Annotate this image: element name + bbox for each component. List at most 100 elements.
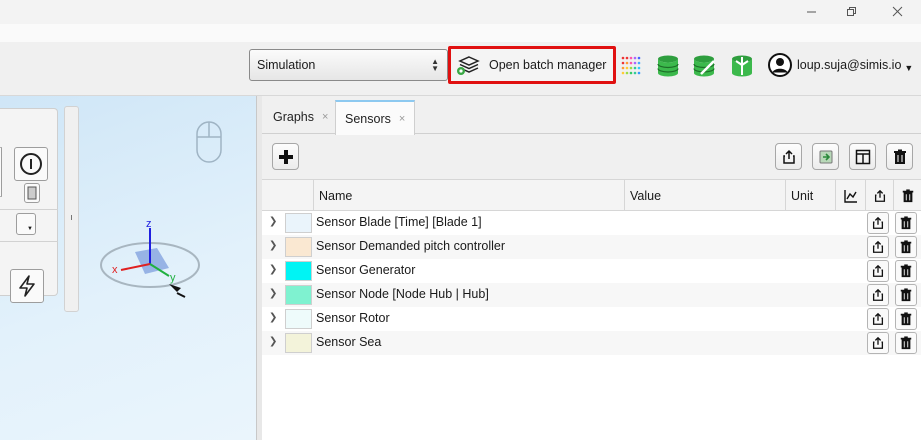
row-delete-button[interactable] <box>895 284 917 306</box>
share-icon <box>872 264 884 277</box>
table-row[interactable]: ❯ Sensor Generator <box>262 259 921 283</box>
viewport-panel-splitter[interactable] <box>64 106 79 312</box>
user-dropdown-icon: ▼ <box>904 63 914 73</box>
lightning-icon <box>19 275 35 297</box>
columns-icon <box>855 149 870 164</box>
sensor-color-swatch[interactable] <box>285 309 312 329</box>
layers-icon <box>457 56 480 75</box>
table-body: ❯ Sensor Blade [Time] [Blade 1] ❯ Sensor… <box>262 211 921 361</box>
layout-button[interactable] <box>849 143 876 170</box>
expand-chevron-icon[interactable]: ❯ <box>269 336 277 347</box>
sensor-color-swatch[interactable] <box>285 333 312 353</box>
share-icon <box>874 189 885 202</box>
share-icon <box>872 312 884 325</box>
column-header-unit[interactable]: Unit <box>785 180 835 211</box>
table-row[interactable]: ❯ Sensor Node [Node Hub | Hub] <box>262 283 921 307</box>
info-button[interactable] <box>14 147 48 181</box>
database-icon[interactable] <box>655 54 681 78</box>
minimize-icon[interactable] <box>791 0 831 22</box>
sensor-color-swatch[interactable] <box>285 237 312 257</box>
header-label: Value <box>630 188 662 203</box>
main-toolbar: Simulation ▲ ▼ Open batch manager loup.s… <box>0 24 921 96</box>
column-header-delete[interactable] <box>893 180 921 211</box>
open-batch-manager-button[interactable]: Open batch manager <box>448 46 616 84</box>
panel-divider <box>0 241 58 242</box>
table-row[interactable]: ❯ Sensor Rotor <box>262 307 921 331</box>
window-titlebar <box>0 0 921 24</box>
table-row[interactable]: ❯ Sensor Blade [Time] [Blade 1] <box>262 211 921 235</box>
delete-all-button[interactable] <box>886 143 913 170</box>
trash-icon <box>900 240 912 254</box>
panel-divider <box>0 209 58 210</box>
column-header-value[interactable]: Value <box>624 180 785 211</box>
expand-chevron-icon[interactable]: ❯ <box>269 264 277 275</box>
sensor-name: Sensor Rotor <box>316 311 390 325</box>
header-label: Unit <box>791 188 814 203</box>
column-header-graph[interactable] <box>835 180 865 211</box>
row-delete-button[interactable] <box>895 260 917 282</box>
color-grid-icon[interactable] <box>620 54 646 78</box>
expand-chevron-icon[interactable]: ❯ <box>269 312 277 323</box>
expand-chevron-icon[interactable]: ❯ <box>269 216 277 227</box>
row-export-button[interactable] <box>867 332 889 354</box>
3d-viewport[interactable]: ▼ z x y <box>0 96 257 440</box>
simulation-select[interactable]: Simulation ▲ ▼ <box>249 49 448 81</box>
sensor-name: Sensor Blade [Time] [Blade 1] <box>316 215 482 229</box>
export-button[interactable] <box>775 143 802 170</box>
user-avatar-icon <box>768 53 792 77</box>
trash-icon <box>900 312 912 326</box>
color-picker-button[interactable]: ▼ <box>16 213 36 235</box>
row-delete-button[interactable] <box>895 308 917 330</box>
expand-chevron-icon[interactable]: ❯ <box>269 240 277 251</box>
row-delete-button[interactable] <box>895 212 917 234</box>
lightning-button[interactable] <box>10 269 44 303</box>
sensor-name: Sensor Generator <box>316 263 416 277</box>
column-header-export[interactable] <box>865 180 893 211</box>
user-menu[interactable]: loup.suja@simis.io ▼ <box>768 52 913 78</box>
trash-icon <box>902 188 913 202</box>
share-icon <box>872 216 884 229</box>
row-delete-button[interactable] <box>895 332 917 354</box>
add-sensor-button[interactable] <box>272 143 299 170</box>
axis-x-label: x <box>112 264 118 276</box>
toolbar-strip <box>0 24 921 42</box>
row-export-button[interactable] <box>867 212 889 234</box>
tab-close-icon[interactable]: × <box>322 111 328 123</box>
sensor-color-swatch[interactable] <box>285 213 312 233</box>
row-export-button[interactable] <box>867 236 889 258</box>
chart-line-icon <box>843 189 857 203</box>
header-label: Name <box>319 188 353 203</box>
column-header-name[interactable]: Name <box>313 180 625 211</box>
tab-graphs[interactable]: Graphs × <box>264 100 337 134</box>
tab-label: Graphs <box>273 110 314 124</box>
row-export-button[interactable] <box>867 284 889 306</box>
tab-sensors[interactable]: Sensors × <box>335 100 416 135</box>
trash-icon <box>900 216 912 230</box>
table-row[interactable]: ❯ Sensor Demanded pitch controller <box>262 235 921 259</box>
table-header: Name Value Unit <box>262 179 921 211</box>
database-edit-icon[interactable] <box>692 54 718 78</box>
mouse-icon <box>196 121 222 163</box>
restore-icon[interactable] <box>831 0 871 22</box>
close-icon[interactable] <box>877 0 917 22</box>
sensor-name: Sensor Node [Node Hub | Hub] <box>316 287 489 301</box>
info-icon <box>20 153 42 175</box>
sensor-color-swatch[interactable] <box>285 261 312 281</box>
trash-icon <box>893 149 906 164</box>
import-button[interactable] <box>812 143 839 170</box>
row-export-button[interactable] <box>867 308 889 330</box>
simulation-select-value: Simulation <box>257 58 316 72</box>
row-export-button[interactable] <box>867 260 889 282</box>
sensor-name: Sensor Demanded pitch controller <box>316 239 505 253</box>
table-row[interactable]: ❯ Sensor Sea <box>262 331 921 355</box>
sensor-color-swatch[interactable] <box>285 285 312 305</box>
share-icon <box>782 149 795 164</box>
plus-icon <box>278 149 293 164</box>
tab-close-icon[interactable]: × <box>399 113 405 125</box>
import-icon <box>819 150 832 163</box>
view-toggle-button[interactable] <box>24 183 40 203</box>
expand-chevron-icon[interactable]: ❯ <box>269 288 277 299</box>
database-tower-icon[interactable] <box>729 54 755 78</box>
right-pane: Graphs × Sensors × Name Value Unit ❯ Sen… <box>262 96 921 440</box>
row-delete-button[interactable] <box>895 236 917 258</box>
